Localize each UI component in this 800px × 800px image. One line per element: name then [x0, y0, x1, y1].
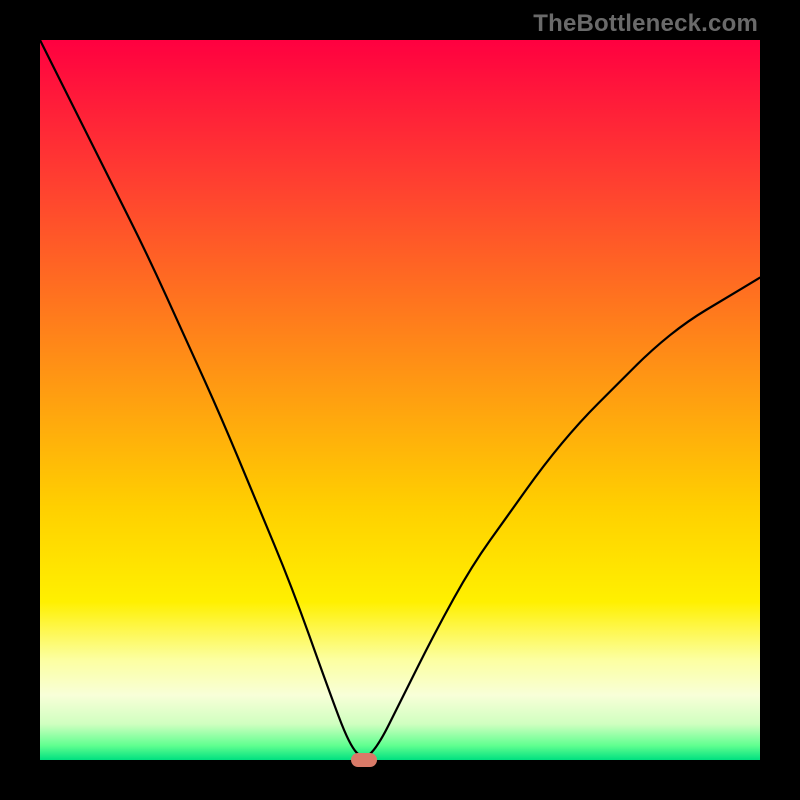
watermark-text: TheBottleneck.com: [533, 10, 758, 38]
optimum-marker: [351, 753, 377, 767]
bottleneck-curve: [40, 40, 760, 760]
plot-area: [40, 40, 760, 760]
chart-container: TheBottleneck.com: [0, 0, 800, 800]
